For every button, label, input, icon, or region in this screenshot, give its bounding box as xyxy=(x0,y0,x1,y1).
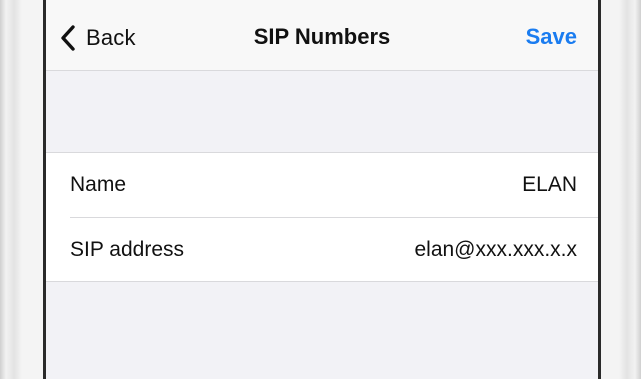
sip-address-label: SIP address xyxy=(70,238,185,261)
navigation-bar: Back SIP Numbers Save xyxy=(46,0,598,71)
name-row[interactable]: Name ELAN xyxy=(46,153,598,217)
page-title: SIP Numbers xyxy=(253,24,391,49)
name-value[interactable]: ELAN xyxy=(522,173,577,197)
sip-address-row[interactable]: SIP address elan@xxx.xxx.x.x xyxy=(46,218,598,282)
sip-address-value[interactable]: elan@xxx.xxx.x.x xyxy=(414,238,577,262)
sip-settings-group: Name ELAN SIP address elan@xxx.xxx.x.x xyxy=(46,152,598,282)
screen: Back SIP Numbers Save Name ELAN SIP addr… xyxy=(46,0,598,379)
name-label: Name xyxy=(70,173,127,196)
save-button[interactable]: Save xyxy=(526,24,577,50)
